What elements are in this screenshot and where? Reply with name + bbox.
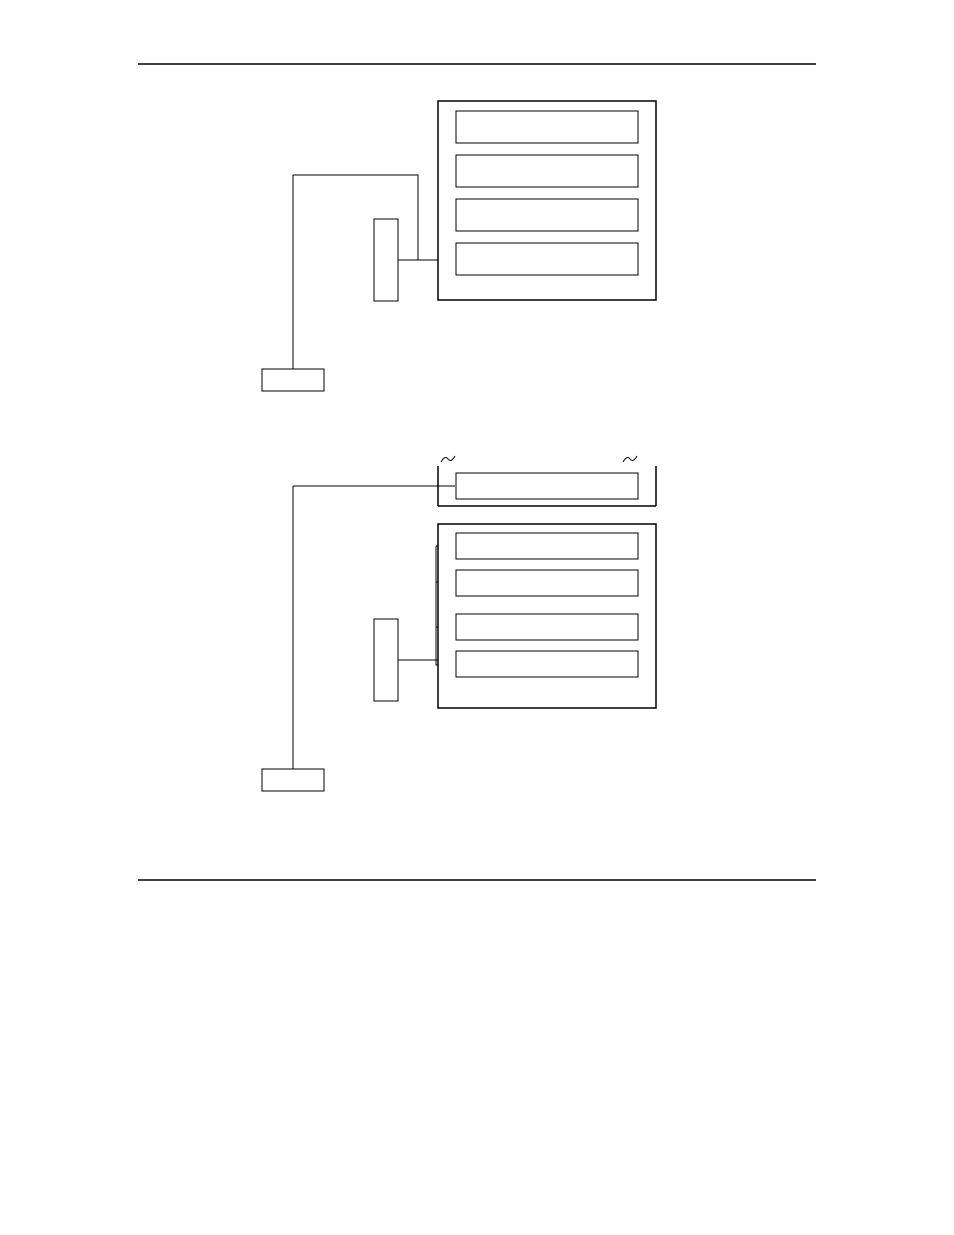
diagram-bottom — [262, 456, 656, 791]
slot-card — [456, 614, 638, 640]
slot-card — [456, 533, 638, 559]
slot-card — [456, 473, 638, 499]
slot-card — [456, 155, 638, 187]
bus-connector-near — [374, 619, 398, 701]
slot-card — [456, 570, 638, 596]
wire — [293, 175, 418, 260]
slot-card — [456, 111, 638, 143]
bus-connector-far — [262, 369, 324, 391]
slot-card — [456, 199, 638, 231]
bus-connector-near — [374, 219, 398, 301]
slot-card — [456, 651, 638, 677]
diagram-canvas — [0, 0, 954, 1235]
diagram-top — [262, 101, 656, 391]
bus-connector-far — [262, 769, 324, 791]
slot-card — [456, 243, 638, 275]
